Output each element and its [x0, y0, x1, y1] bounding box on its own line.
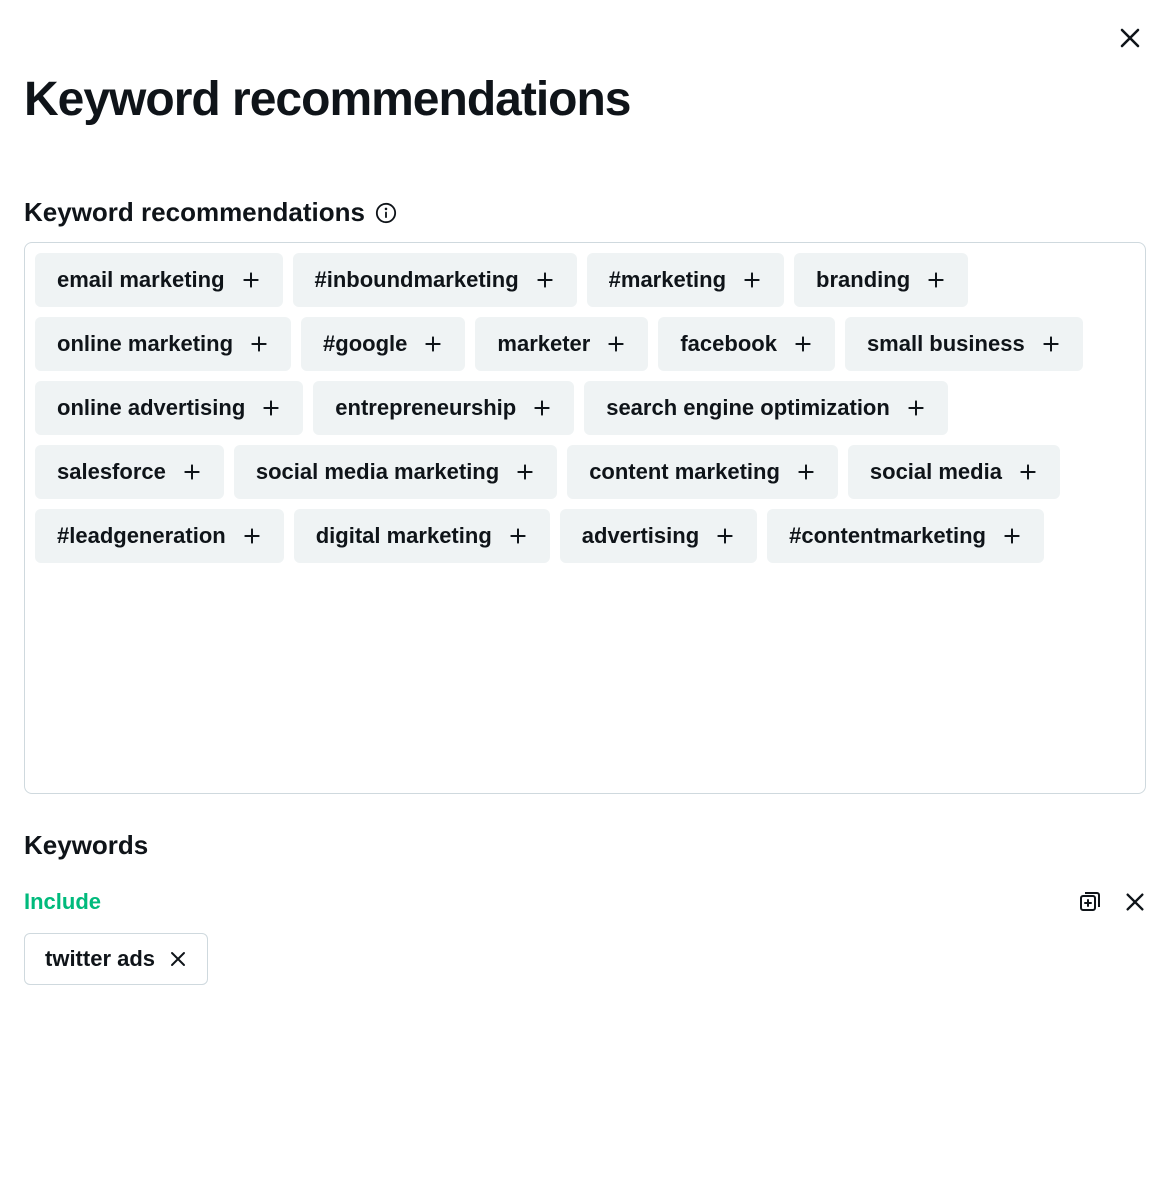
- recommendation-chip[interactable]: online marketing: [35, 317, 291, 371]
- remove-keyword-icon[interactable]: [169, 950, 187, 968]
- plus-icon: [535, 270, 555, 290]
- recommendation-chip[interactable]: search engine optimization: [584, 381, 948, 435]
- recommendations-box: email marketing #inboundmarketing #marke…: [24, 242, 1146, 794]
- chip-label: #leadgeneration: [57, 523, 226, 549]
- plus-icon: [261, 398, 281, 418]
- recommendation-chip[interactable]: #leadgeneration: [35, 509, 284, 563]
- chip-label: small business: [867, 331, 1025, 357]
- clear-all-icon[interactable]: [1124, 891, 1146, 913]
- recommendation-chip[interactable]: entrepreneurship: [313, 381, 574, 435]
- recommendations-label-text: Keyword recommendations: [24, 197, 365, 228]
- recommendations-label: Keyword recommendations: [24, 197, 1146, 228]
- plus-icon: [241, 270, 261, 290]
- plus-icon: [606, 334, 626, 354]
- chip-label: facebook: [680, 331, 777, 357]
- bulk-add-icon[interactable]: [1078, 890, 1102, 914]
- recommendation-chip[interactable]: advertising: [560, 509, 757, 563]
- recommendation-chip[interactable]: #google: [301, 317, 465, 371]
- recommendation-chip[interactable]: social media: [848, 445, 1060, 499]
- close-icon[interactable]: [1118, 26, 1142, 50]
- chip-label: digital marketing: [316, 523, 492, 549]
- chip-label: social media: [870, 459, 1002, 485]
- page-title: Keyword recommendations: [24, 72, 1146, 127]
- recommendation-chip[interactable]: marketer: [475, 317, 648, 371]
- plus-icon: [532, 398, 552, 418]
- plus-icon: [1002, 526, 1022, 546]
- recommendation-chip[interactable]: content marketing: [567, 445, 838, 499]
- keywords-heading: Keywords: [24, 830, 1146, 861]
- plus-icon: [793, 334, 813, 354]
- chip-label: #marketing: [609, 267, 726, 293]
- plus-icon: [515, 462, 535, 482]
- chip-label: marketer: [497, 331, 590, 357]
- plus-icon: [182, 462, 202, 482]
- recommendation-chip[interactable]: small business: [845, 317, 1083, 371]
- chip-label: online advertising: [57, 395, 245, 421]
- chip-label: #google: [323, 331, 407, 357]
- plus-icon: [742, 270, 762, 290]
- plus-icon: [508, 526, 528, 546]
- plus-icon: [926, 270, 946, 290]
- recommendation-chip[interactable]: #inboundmarketing: [293, 253, 577, 307]
- plus-icon: [1018, 462, 1038, 482]
- selected-keyword-label: twitter ads: [45, 946, 155, 972]
- selected-keyword-chip[interactable]: twitter ads: [24, 933, 208, 985]
- plus-icon: [242, 526, 262, 546]
- chip-label: advertising: [582, 523, 699, 549]
- chip-label: search engine optimization: [606, 395, 890, 421]
- info-icon[interactable]: [375, 202, 397, 224]
- chip-label: #contentmarketing: [789, 523, 986, 549]
- chip-label: entrepreneurship: [335, 395, 516, 421]
- recommendation-chip[interactable]: facebook: [658, 317, 835, 371]
- recommendation-chip[interactable]: salesforce: [35, 445, 224, 499]
- recommendation-chip[interactable]: social media marketing: [234, 445, 557, 499]
- recommendation-chip[interactable]: digital marketing: [294, 509, 550, 563]
- plus-icon: [906, 398, 926, 418]
- chip-label: salesforce: [57, 459, 166, 485]
- recommendation-chip[interactable]: #marketing: [587, 253, 784, 307]
- chip-label: social media marketing: [256, 459, 499, 485]
- chip-label: email marketing: [57, 267, 225, 293]
- recommendation-chip[interactable]: branding: [794, 253, 968, 307]
- chip-label: #inboundmarketing: [315, 267, 519, 293]
- chip-label: branding: [816, 267, 910, 293]
- recommendation-chip[interactable]: #contentmarketing: [767, 509, 1044, 563]
- recommendation-chip[interactable]: online advertising: [35, 381, 303, 435]
- plus-icon: [423, 334, 443, 354]
- chip-label: content marketing: [589, 459, 780, 485]
- plus-icon: [1041, 334, 1061, 354]
- recommendation-chip[interactable]: email marketing: [35, 253, 283, 307]
- chip-label: online marketing: [57, 331, 233, 357]
- include-label: Include: [24, 889, 101, 915]
- plus-icon: [249, 334, 269, 354]
- plus-icon: [796, 462, 816, 482]
- plus-icon: [715, 526, 735, 546]
